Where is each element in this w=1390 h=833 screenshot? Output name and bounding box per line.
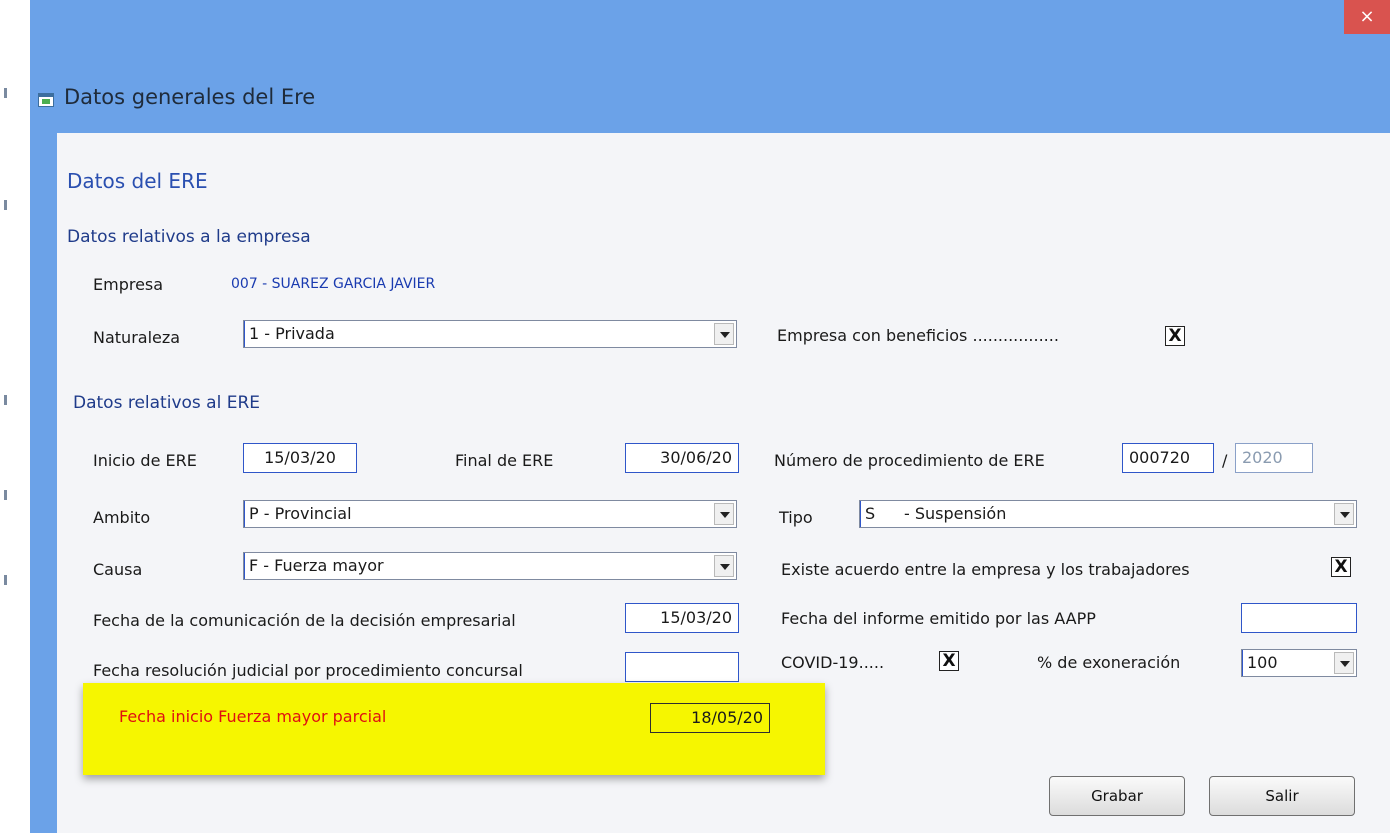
tipo-value: - Suspensión	[904, 504, 1007, 523]
chevron-down-icon[interactable]	[1334, 652, 1354, 674]
tipo-code: S	[860, 501, 884, 527]
chevron-down-icon[interactable]	[714, 503, 734, 525]
beneficios-label: Empresa con beneficios .................	[777, 326, 1059, 345]
beneficios-checkbox[interactable]: X	[1165, 326, 1185, 346]
final-field[interactable]: 30/06/20	[625, 443, 739, 473]
naturaleza-value: 1 - Privada	[244, 321, 335, 347]
num-proc-year-field[interactable]: 2020	[1235, 443, 1313, 473]
exoneracion-value: 100	[1242, 650, 1278, 676]
causa-select[interactable]: F - Fuerza mayor	[243, 552, 737, 580]
covid-checkbox[interactable]: X	[939, 651, 959, 671]
close-button[interactable]: ×	[1344, 0, 1390, 34]
num-proc-field[interactable]: 000720	[1122, 443, 1214, 473]
fm-parcial-field[interactable]: 18/05/20	[650, 703, 770, 733]
section-title: Datos del ERE	[67, 169, 208, 193]
acuerdo-label: Existe acuerdo entre la empresa y los tr…	[781, 560, 1190, 579]
num-proc-separator: /	[1222, 451, 1228, 470]
salir-button[interactable]: Salir	[1209, 776, 1355, 816]
edge-mark	[4, 575, 7, 585]
fecha-com-label: Fecha de la comunicación de la decisión …	[93, 611, 516, 630]
chevron-down-icon[interactable]	[714, 323, 734, 345]
causa-label: Causa	[93, 560, 143, 579]
edge-mark	[4, 490, 7, 500]
dialog-window: × Datos generales del Ere Datos del ERE …	[30, 0, 1390, 833]
fecha-resol-field[interactable]	[625, 652, 739, 682]
inicio-field[interactable]: 15/03/20	[243, 443, 357, 473]
fecha-resol-label: Fecha resolución judicial por procedimie…	[93, 661, 523, 680]
chevron-down-icon[interactable]	[714, 555, 734, 577]
background-app-edge	[0, 0, 30, 833]
ere-section-title: Datos relativos al ERE	[73, 393, 260, 413]
ambito-label: Ambito	[93, 508, 151, 527]
edge-mark	[4, 88, 7, 98]
fecha-com-field[interactable]: 15/03/20	[625, 603, 739, 633]
ambito-value: P - Provincial	[244, 501, 352, 527]
empresa-section-title: Datos relativos a la empresa	[67, 227, 311, 247]
chevron-down-icon[interactable]	[1334, 503, 1354, 525]
edge-mark	[4, 200, 7, 210]
acuerdo-checkbox[interactable]: X	[1331, 557, 1351, 577]
empresa-label: Empresa	[93, 275, 164, 294]
fm-parcial-highlight: Fecha inicio Fuerza mayor parcial 18/05/…	[83, 683, 825, 775]
window-title: Datos generales del Ere	[64, 85, 316, 109]
covid-label: COVID-19.....	[781, 653, 885, 672]
empresa-value: 007 - SUAREZ GARCIA JAVIER	[231, 276, 436, 292]
inicio-label: Inicio de ERE	[93, 451, 197, 470]
fecha-informe-field[interactable]	[1241, 603, 1357, 633]
final-label: Final de ERE	[455, 451, 554, 470]
fecha-informe-label: Fecha del informe emitido por las AAPP	[781, 609, 1096, 628]
tipo-select[interactable]: S - Suspensión	[859, 500, 1357, 528]
causa-value: F - Fuerza mayor	[244, 553, 384, 579]
naturaleza-label: Naturaleza	[93, 328, 181, 347]
num-proc-label: Número de procedimiento de ERE	[774, 451, 1045, 470]
exoneracion-select[interactable]: 100	[1241, 649, 1357, 677]
fm-parcial-label: Fecha inicio Fuerza mayor parcial	[119, 707, 387, 726]
window-form-icon	[38, 93, 54, 107]
exoneracion-label: % de exoneración	[1037, 653, 1181, 672]
grabar-button[interactable]: Grabar	[1049, 776, 1185, 816]
edge-mark	[4, 395, 7, 405]
ambito-select[interactable]: P - Provincial	[243, 500, 737, 528]
naturaleza-select[interactable]: 1 - Privada	[243, 320, 737, 348]
tipo-label: Tipo	[779, 508, 813, 527]
form-panel: Datos del ERE Datos relativos a la empre…	[57, 133, 1390, 833]
